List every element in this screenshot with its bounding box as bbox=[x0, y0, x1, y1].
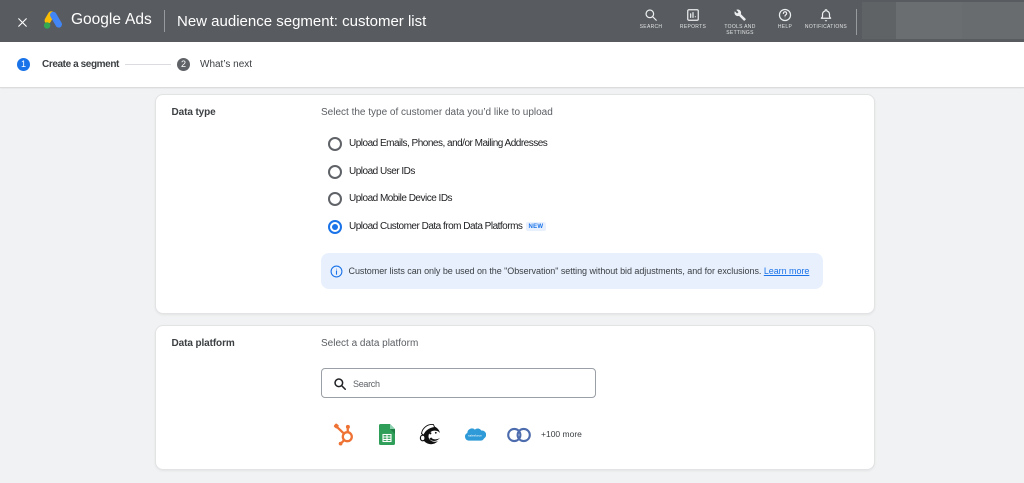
svg-text:salesforce: salesforce bbox=[468, 433, 482, 437]
